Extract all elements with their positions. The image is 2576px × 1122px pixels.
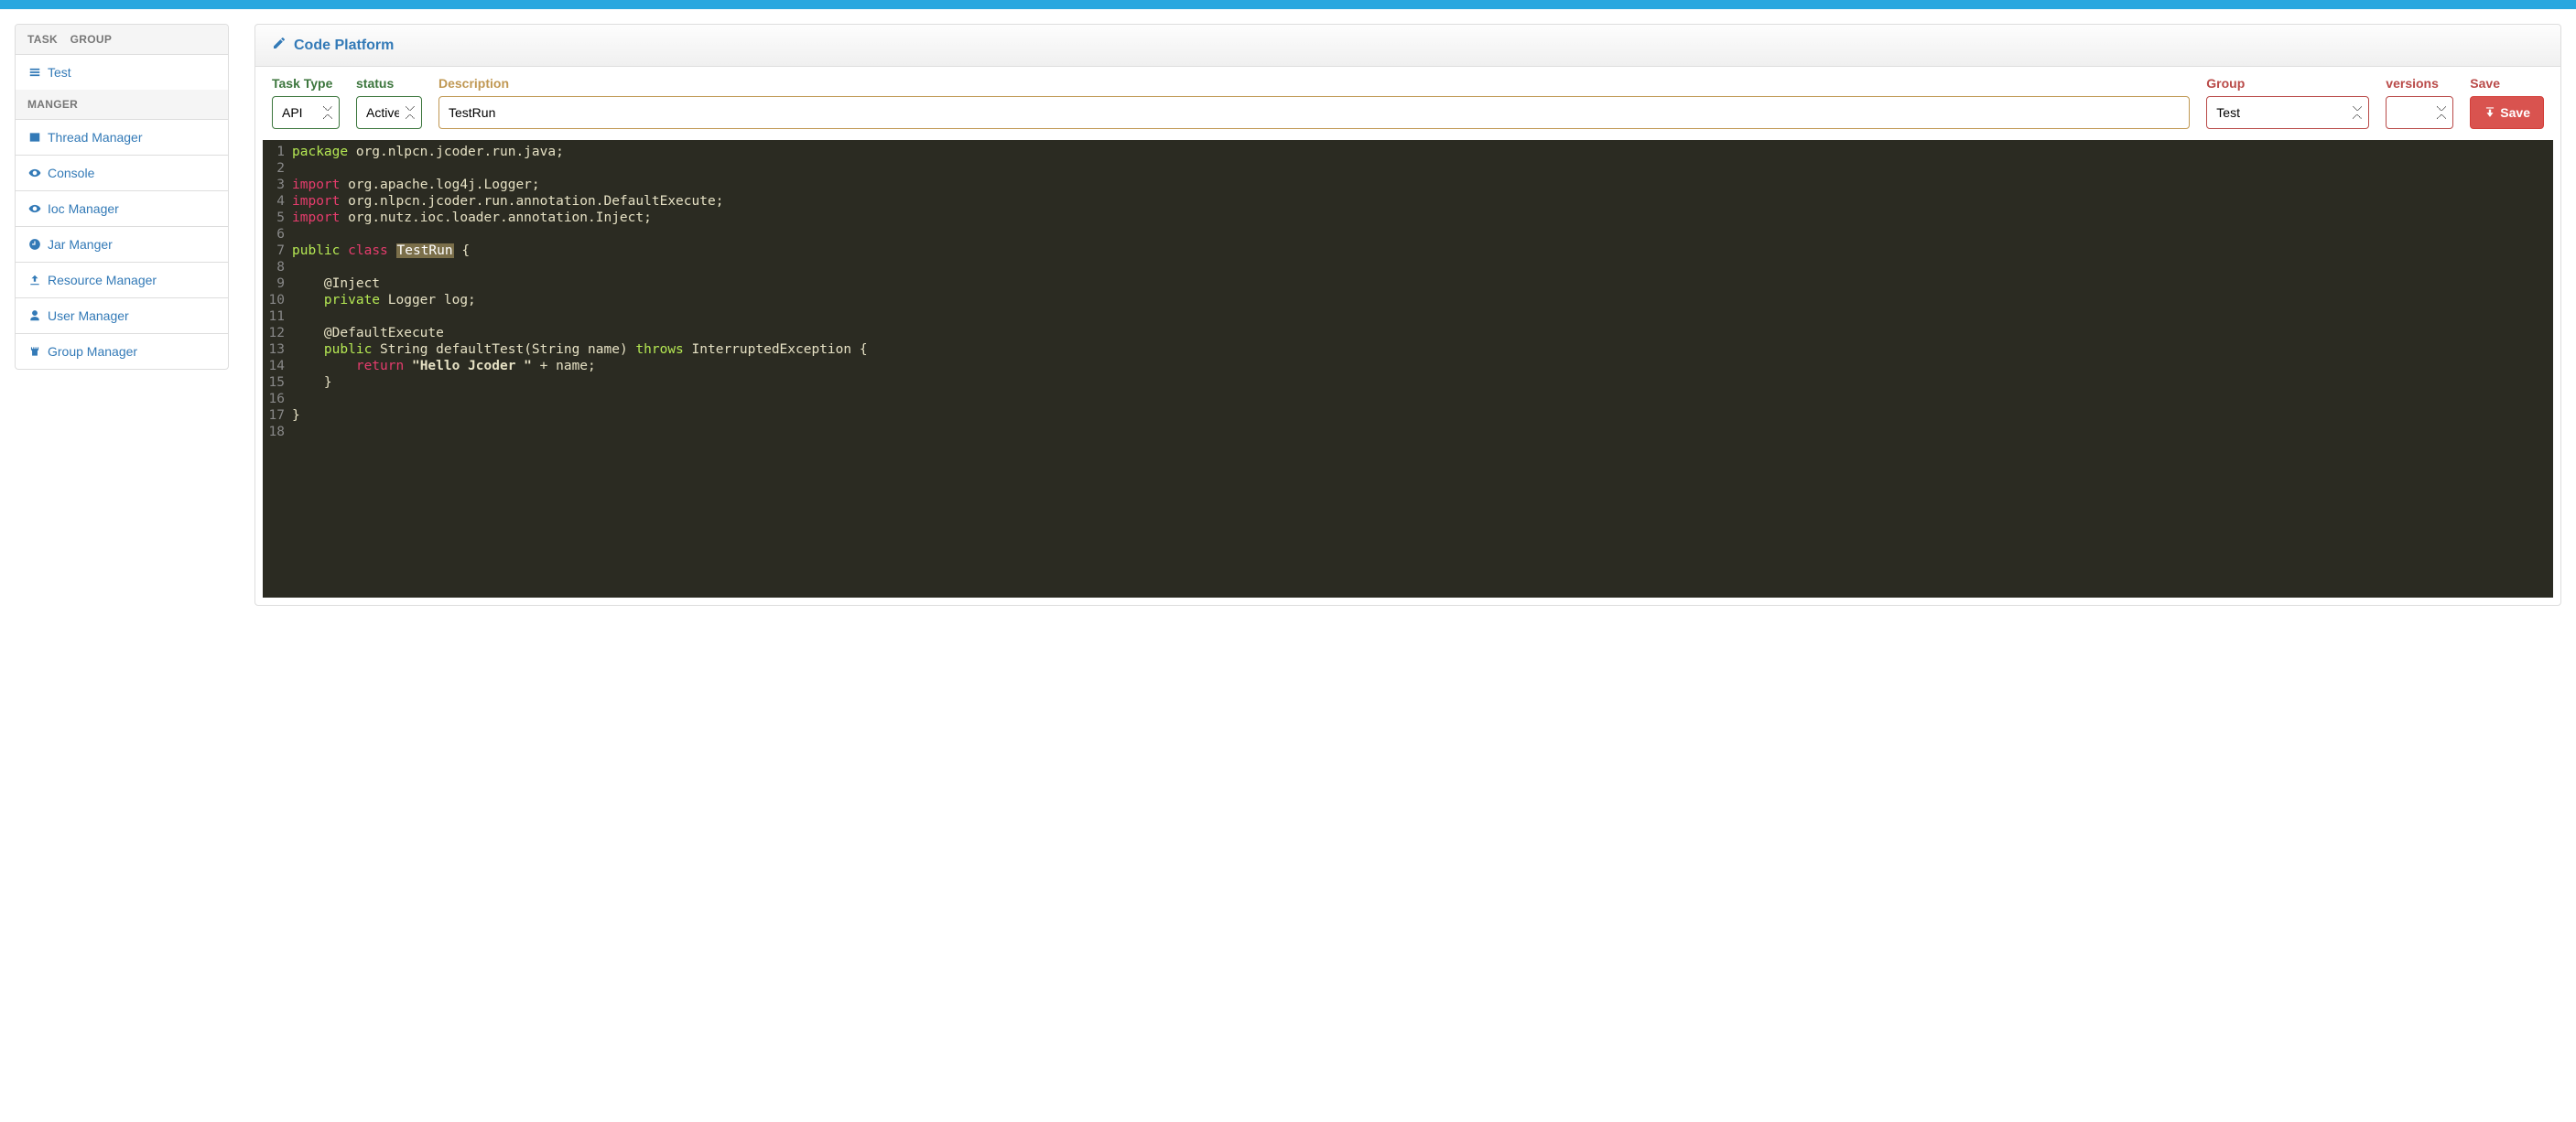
- main-content: Code Platform Task Type API status Activ…: [254, 24, 2561, 606]
- label-task-type: Task Type: [272, 76, 340, 91]
- code-content[interactable]: import org.nutz.ioc.loader.annotation.In…: [292, 210, 652, 226]
- sidebar-item-label: Group Manager: [48, 344, 137, 359]
- user-icon: [27, 308, 42, 323]
- sidebar-header-task: TASK: [27, 33, 58, 46]
- code-content[interactable]: @Inject: [292, 275, 380, 292]
- sidebar-item-label: Ioc Manager: [48, 201, 119, 216]
- label-status: status: [356, 76, 422, 91]
- code-line[interactable]: 1package org.nlpcn.jcoder.run.java;: [263, 144, 2553, 160]
- select-versions[interactable]: [2386, 96, 2453, 129]
- code-content[interactable]: import org.apache.log4j.Logger;: [292, 177, 540, 193]
- code-line[interactable]: 16: [263, 391, 2553, 407]
- code-content[interactable]: public String defaultTest(String name) t…: [292, 341, 868, 358]
- sidebar-item-label: Test: [48, 65, 71, 80]
- content-title: Code Platform: [294, 38, 394, 54]
- sidebar-header-group: GROUP: [70, 33, 113, 46]
- line-number: 10: [263, 292, 292, 308]
- tasks-icon: [27, 65, 42, 80]
- code-content[interactable]: }: [292, 374, 332, 391]
- line-number: 4: [263, 193, 292, 210]
- label-group: Group: [2206, 76, 2369, 91]
- sidebar-item-label: User Manager: [48, 308, 129, 323]
- input-description[interactable]: [438, 96, 2190, 129]
- line-number: 13: [263, 341, 292, 358]
- sidebar-item-label: Console: [48, 166, 94, 180]
- line-number: 2: [263, 160, 292, 177]
- code-content[interactable]: import org.nlpcn.jcoder.run.annotation.D…: [292, 193, 723, 210]
- code-content[interactable]: }: [292, 407, 300, 424]
- select-status[interactable]: Active: [356, 96, 422, 129]
- code-line[interactable]: 4import org.nlpcn.jcoder.run.annotation.…: [263, 193, 2553, 210]
- line-number: 9: [263, 275, 292, 292]
- clock-icon: [27, 237, 42, 252]
- sidebar-item-label: Jar Manger: [48, 237, 113, 252]
- select-group[interactable]: Test: [2206, 96, 2369, 129]
- line-number: 17: [263, 407, 292, 424]
- content-header: Code Platform: [255, 25, 2560, 67]
- label-description: Description: [438, 76, 2190, 91]
- line-number: 18: [263, 424, 292, 440]
- save-button[interactable]: Save: [2470, 96, 2544, 129]
- code-line[interactable]: 18: [263, 424, 2553, 440]
- code-content[interactable]: public class TestRun {: [292, 243, 470, 259]
- code-line[interactable]: 11: [263, 308, 2553, 325]
- top-accent-bar: [0, 0, 2576, 9]
- code-line[interactable]: 17}: [263, 407, 2553, 424]
- label-versions: versions: [2386, 76, 2453, 91]
- download-icon: [2484, 105, 2496, 121]
- label-save: Save: [2470, 76, 2544, 91]
- sidebar-item-group-manager[interactable]: Group Manager: [16, 334, 228, 369]
- tower-icon: [27, 344, 42, 359]
- line-number: 16: [263, 391, 292, 407]
- line-number: 5: [263, 210, 292, 226]
- code-line[interactable]: 5import org.nutz.ioc.loader.annotation.I…: [263, 210, 2553, 226]
- line-number: 15: [263, 374, 292, 391]
- line-number: 8: [263, 259, 292, 275]
- sidebar: TASK GROUP Test MANGER Thread Manager Con…: [15, 24, 229, 606]
- edit-icon: [272, 36, 287, 55]
- sidebar-item-thread-manager[interactable]: Thread Manager: [16, 120, 228, 156]
- code-line[interactable]: 10 private Logger log;: [263, 292, 2553, 308]
- list-alt-icon: [27, 130, 42, 145]
- code-line[interactable]: 2: [263, 160, 2553, 177]
- code-line[interactable]: 15 }: [263, 374, 2553, 391]
- sidebar-item-user-manager[interactable]: User Manager: [16, 298, 228, 334]
- form-row: Task Type API status Active Description: [255, 67, 2560, 136]
- code-line[interactable]: 13 public String defaultTest(String name…: [263, 341, 2553, 358]
- line-number: 12: [263, 325, 292, 341]
- line-number: 7: [263, 243, 292, 259]
- code-content[interactable]: @DefaultExecute: [292, 325, 444, 341]
- code-line[interactable]: 3import org.apache.log4j.Logger;: [263, 177, 2553, 193]
- sidebar-item-test[interactable]: Test: [16, 55, 228, 90]
- code-content[interactable]: return "Hello Jcoder " + name;: [292, 358, 596, 374]
- line-number: 1: [263, 144, 292, 160]
- sidebar-header-manger: MANGER: [16, 90, 228, 120]
- sidebar-item-console[interactable]: Console: [16, 156, 228, 191]
- sidebar-item-resource-manager[interactable]: Resource Manager: [16, 263, 228, 298]
- code-editor[interactable]: 1package org.nlpcn.jcoder.run.java;23imp…: [263, 140, 2553, 598]
- sidebar-item-label: Resource Manager: [48, 273, 157, 287]
- code-line[interactable]: 8: [263, 259, 2553, 275]
- code-line[interactable]: 6: [263, 226, 2553, 243]
- sidebar-item-ioc-manager[interactable]: Ioc Manager: [16, 191, 228, 227]
- code-line[interactable]: 12 @DefaultExecute: [263, 325, 2553, 341]
- code-line[interactable]: 9 @Inject: [263, 275, 2553, 292]
- code-line[interactable]: 7public class TestRun {: [263, 243, 2553, 259]
- code-line[interactable]: 14 return "Hello Jcoder " + name;: [263, 358, 2553, 374]
- line-number: 3: [263, 177, 292, 193]
- line-number: 6: [263, 226, 292, 243]
- eye-icon: [27, 166, 42, 180]
- upload-icon: [27, 273, 42, 287]
- select-task-type[interactable]: API: [272, 96, 340, 129]
- eye-icon: [27, 201, 42, 216]
- code-content[interactable]: package org.nlpcn.jcoder.run.java;: [292, 144, 564, 160]
- code-content[interactable]: private Logger log;: [292, 292, 476, 308]
- sidebar-item-label: Thread Manager: [48, 130, 143, 145]
- save-button-label: Save: [2500, 105, 2530, 120]
- line-number: 11: [263, 308, 292, 325]
- sidebar-item-jar-manger[interactable]: Jar Manger: [16, 227, 228, 263]
- sidebar-header-task-group: TASK GROUP: [16, 25, 228, 55]
- line-number: 14: [263, 358, 292, 374]
